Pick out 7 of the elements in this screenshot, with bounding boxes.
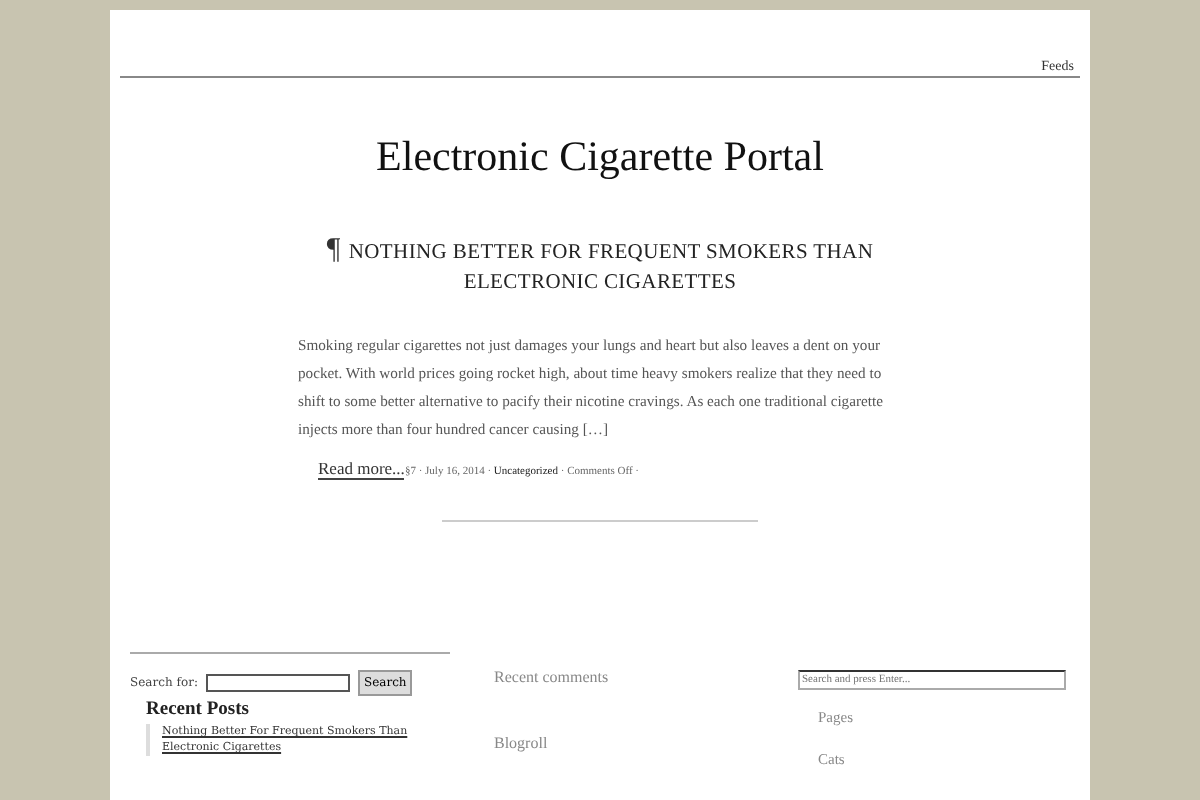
search-field[interactable] <box>205 674 350 692</box>
post-title[interactable]: ¶ NOTHING BETTER FOR FREQUENT SMOKERS THAN ELECTRONIC CIGARETTES <box>298 236 902 298</box>
site-title: Electronic Cigarette Portal <box>374 132 826 182</box>
widget-heading: Blogroll <box>494 734 550 752</box>
widget-heading: Recent comments <box>494 668 611 686</box>
read-more-link[interactable]: Read more... <box>318 458 405 480</box>
widget-heading: Recent Posts <box>146 700 251 720</box>
